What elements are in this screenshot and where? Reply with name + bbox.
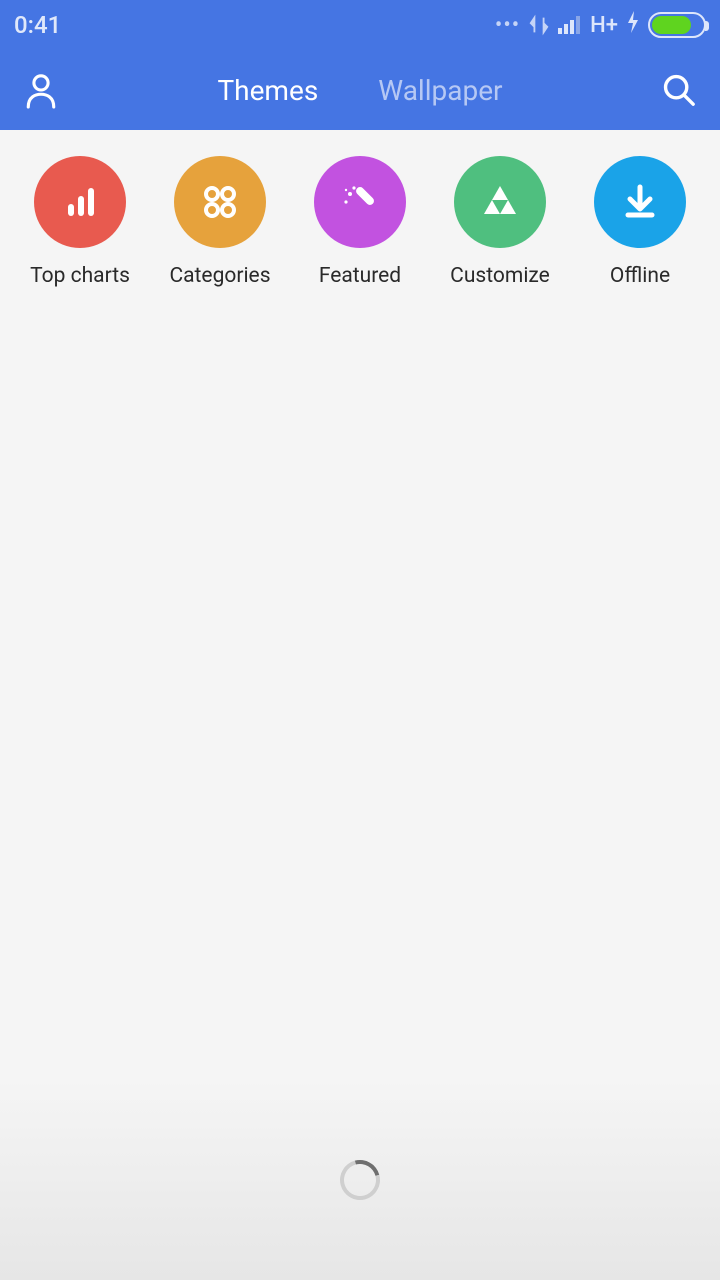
category-categories[interactable]: Categories: [155, 156, 285, 288]
header-tabs: Themes Wallpaper: [84, 74, 636, 107]
top-charts-icon: [34, 156, 126, 248]
battery-icon: [648, 12, 706, 38]
battery-fill: [652, 16, 691, 34]
charging-icon: [626, 11, 640, 39]
categories-icon: [174, 156, 266, 248]
search-button[interactable]: [636, 73, 696, 107]
category-label: Top charts: [30, 264, 130, 288]
category-label: Offline: [610, 264, 670, 288]
category-customize[interactable]: Customize: [435, 156, 565, 288]
search-icon: [662, 73, 696, 107]
tab-themes[interactable]: Themes: [217, 74, 318, 107]
category-featured[interactable]: Featured: [295, 156, 425, 288]
category-row: Top charts Categories Featured: [0, 130, 720, 288]
category-label: Customize: [450, 264, 550, 288]
category-label: Categories: [169, 264, 270, 288]
more-dots-icon: •••: [495, 13, 520, 38]
status-bar: 0:41 ••• H+: [0, 0, 720, 50]
featured-icon: [314, 156, 406, 248]
network-type-label: H+: [590, 13, 618, 38]
category-label: Featured: [319, 264, 401, 288]
content-area: [0, 288, 720, 1280]
signal-strength-icon: [558, 14, 582, 36]
app-header: Themes Wallpaper: [0, 50, 720, 130]
status-time: 0:41: [14, 11, 61, 39]
loading-area: [0, 1080, 720, 1280]
offline-icon: [594, 156, 686, 248]
status-right: ••• H+: [495, 11, 706, 39]
profile-button[interactable]: [24, 71, 84, 109]
data-traffic-icon: [528, 14, 550, 36]
tab-wallpaper[interactable]: Wallpaper: [378, 74, 502, 107]
customize-icon: [454, 156, 546, 248]
category-top-charts[interactable]: Top charts: [15, 156, 145, 288]
person-icon: [24, 71, 58, 109]
category-offline[interactable]: Offline: [575, 156, 705, 288]
loading-spinner-icon: [333, 1153, 388, 1208]
